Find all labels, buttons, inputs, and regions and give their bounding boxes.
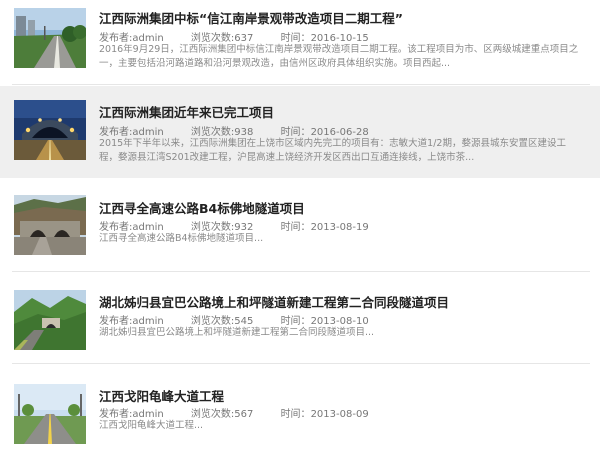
summary-line: 江西寻全高速公路B4标佛地隧道项目... [99,233,264,244]
item-divider [12,363,590,364]
article-thumbnail[interactable] [14,195,86,255]
article-meta: 发布者:admin 浏览次数:938 时间：2016-06-28 [99,123,393,138]
list-item[interactable]: 江西际洲集团中标“信江南岸景观带改造项目二期工程” 发布者:admin 浏览次数… [0,0,600,80]
views-meta: 浏览次数:567 [191,405,265,420]
author-meta: 发布者:admin [99,218,176,233]
views-label: 浏览次数: [190,33,235,44]
item-divider [12,84,590,85]
date-meta: 时间：2016-10-15 [281,29,381,44]
views-meta: 浏览次数:938 [191,123,265,138]
date-meta: 时间：2013-08-09 [281,405,381,420]
views-label: 浏览次数: [190,127,235,138]
item-divider [12,271,590,272]
views-label: 浏览次数: [190,222,235,233]
article-thumbnail[interactable] [14,290,86,350]
article-summary: 江西戈阳龟峰大道工程... [99,419,590,433]
tunnel-portal-photo-icon [14,195,86,255]
article-thumbnail[interactable] [14,100,86,160]
summary-line: 程，婺源县江湾S201改建工程，沪昆高速上饶经济开发区西出口互通连接线，上饶市茶… [99,152,475,163]
article-title[interactable]: 江西寻全高速公路B4标佛地隧道项目 [99,198,592,217]
views-meta: 浏览次数:932 [191,218,265,233]
author-meta: 发布者:admin [99,29,176,44]
boulevard-photo-icon [14,8,86,68]
author-label: 发布者: [99,33,133,44]
date-label: 时间： [280,127,311,138]
views-meta: 浏览次数:637 [191,29,265,44]
article-summary: 2015年下半年以来，江西际洲集团在上饶市区域内先完工的项目有：志敏大道1/2期… [99,137,590,165]
article-title[interactable]: 江西戈阳龟峰大道工程 [99,386,592,405]
date-meta: 时间：2013-08-19 [281,218,381,233]
tunnel-night-photo-icon [14,100,86,160]
summary-line: 一，主要包括沿河路道路和沿河景观改造，由信州区政府具体组织实施。项目西起... [99,58,451,69]
views-label: 浏览次数: [190,316,235,327]
avenue-photo-icon [14,384,86,444]
date-label: 时间： [280,222,311,233]
date-meta: 时间：2013-08-10 [281,312,381,327]
date-label: 时间： [280,33,311,44]
article-list: 江西际洲集团中标“信江南岸景观带改造项目二期工程” 发布者:admin 浏览次数… [0,0,600,456]
author-label: 发布者: [99,409,133,420]
summary-line: 江西戈阳龟峰大道工程... [99,420,204,431]
article-meta: 发布者:admin 浏览次数:567 时间：2013-08-09 [99,405,393,420]
author-label: 发布者: [99,316,133,327]
article-thumbnail[interactable] [14,384,86,444]
views-meta: 浏览次数:545 [191,312,265,327]
author-label: 发布者: [99,222,133,233]
article-summary: 湖北姊归县宜巴公路境上和坪隧道新建工程第二合同段隧道项目... [99,326,590,340]
article-title[interactable]: 江西际洲集团中标“信江南岸景观带改造项目二期工程” [99,8,592,27]
summary-line: 2016年9月29日，江西际洲集团中标信江南岸景观带改造项目二期工程。该工程项目… [99,44,579,55]
article-thumbnail[interactable] [14,8,86,68]
author-label: 发布者: [99,127,133,138]
list-item[interactable]: 江西戈阳龟峰大道工程 发布者:admin 浏览次数:567 时间：2013-08… [0,374,600,454]
article-summary: 江西寻全高速公路B4标佛地隧道项目... [99,232,590,246]
list-item[interactable]: 江西寻全高速公路B4标佛地隧道项目 发布者:admin 浏览次数:932 时间：… [0,188,600,268]
summary-line: 湖北姊归县宜巴公路境上和坪隧道新建工程第二合同段隧道项目... [99,327,375,338]
list-item[interactable]: 湖北姊归县宜巴公路境上和坪隧道新建工程第二合同段隧道项目 发布者:admin 浏… [0,282,600,362]
summary-line: 2015年下半年以来，江西际洲集团在上饶市区域内先完工的项目有：志敏大道1/2期… [99,138,566,149]
views-label: 浏览次数: [190,409,235,420]
author-meta: 发布者:admin [99,405,176,420]
article-summary: 2016年9月29日，江西际洲集团中标信江南岸景观带改造项目二期工程。该工程项目… [99,43,590,71]
date-meta: 时间：2016-06-28 [281,123,381,138]
article-meta: 发布者:admin 浏览次数:637 时间：2016-10-15 [99,29,393,44]
author-meta: 发布者:admin [99,312,176,327]
article-meta: 发布者:admin 浏览次数:932 时间：2013-08-19 [99,218,393,233]
list-item[interactable]: 江西际洲集团近年来已完工项目 发布者:admin 浏览次数:938 时间：201… [0,86,600,178]
author-meta: 发布者:admin [99,123,176,138]
article-title[interactable]: 湖北姊归县宜巴公路境上和坪隧道新建工程第二合同段隧道项目 [99,292,592,311]
date-label: 时间： [280,316,311,327]
mountain-road-photo-icon [14,290,86,350]
article-title[interactable]: 江西际洲集团近年来已完工项目 [99,102,592,121]
article-meta: 发布者:admin 浏览次数:545 时间：2013-08-10 [99,312,393,327]
date-label: 时间： [280,409,311,420]
